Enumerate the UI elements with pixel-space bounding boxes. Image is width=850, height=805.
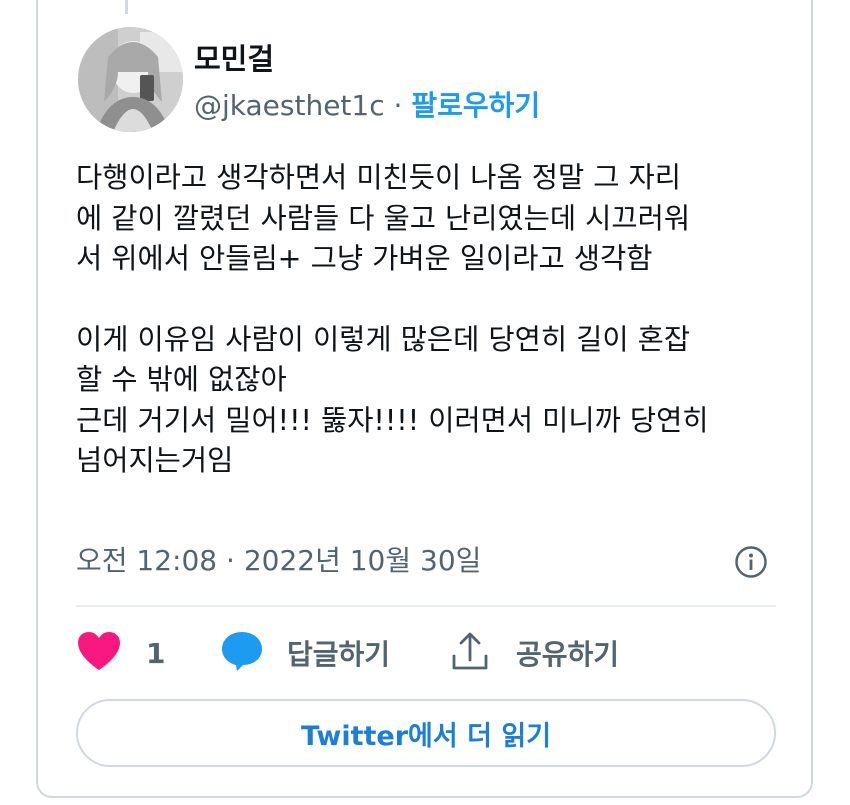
follow-button[interactable]: 팔로우하기 <box>411 89 540 122</box>
text-line: 근데 거기서 밀어!!! 뚫자!!!! 이러면서 미니까 당연히 <box>76 403 709 437</box>
handle-row: @jkaesthet1c · 팔로우하기 <box>194 84 540 124</box>
info-icon[interactable] <box>734 545 768 579</box>
reply-button[interactable]: 답글하기 <box>220 630 390 676</box>
tweet-text: 다행이라고 생각하면서 미친듯이 나옴 정말 그 자리 에 같이 깔렸던 사람들… <box>76 158 776 482</box>
divider <box>76 605 776 607</box>
like-button[interactable]: 1 <box>76 630 165 676</box>
thread-connector-line <box>125 0 128 14</box>
tweet-timestamp[interactable]: 오전 12:08 · 2022년 10월 30일 <box>76 539 481 579</box>
text-line: 넘어지는거임 <box>76 444 234 477</box>
text-line: 서 위에서 안들림+ 그냥 가벼운 일이라고 생각함 <box>76 242 653 275</box>
read-more-button[interactable]: Twitter에서 더 읽기 <box>76 699 776 767</box>
display-name[interactable]: 모민걸 <box>194 36 274 78</box>
share-button[interactable]: 공유하기 <box>450 630 619 676</box>
text-line: 할 수 밖에 없잖아 <box>76 363 287 396</box>
action-bar: 1 답글하기 공유하기 <box>76 630 776 676</box>
avatar[interactable] <box>78 27 183 132</box>
share-label: 공유하기 <box>516 638 620 671</box>
reply-label: 답글하기 <box>287 638 391 671</box>
text-line: 다행이라고 생각하면서 미친듯이 나옴 정말 그 자리 <box>76 161 681 194</box>
share-icon <box>450 630 490 676</box>
text-line: 에 같이 깔렸던 사람들 다 울고 난리였는데 시끄러워 <box>76 201 691 235</box>
like-count: 1 <box>146 636 166 670</box>
heart-icon <box>76 631 122 675</box>
text-line: 이게 이유임 사람이 이렇게 많은데 당연히 길이 혼잡 <box>76 322 691 356</box>
separator-dot: · <box>384 89 412 122</box>
user-handle[interactable]: @jkaesthet1c <box>194 89 385 122</box>
speech-bubble-icon <box>220 630 264 676</box>
